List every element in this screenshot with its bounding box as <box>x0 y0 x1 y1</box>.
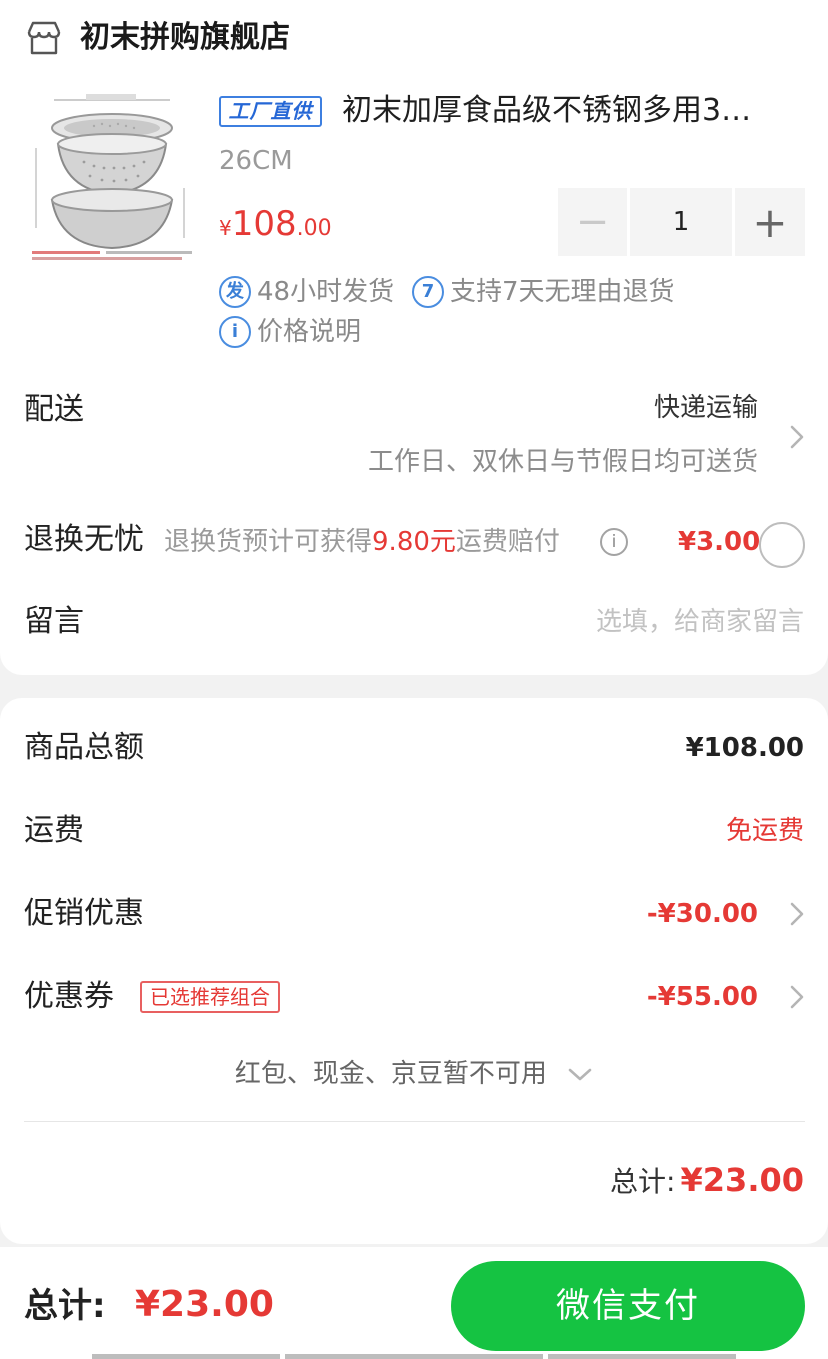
bottom-edge-segment <box>285 1354 543 1359</box>
minus-icon: − <box>575 199 610 245</box>
plus-icon: + <box>752 197 788 247</box>
return-policy-label: 支持7天无理由退货 <box>450 277 675 307</box>
info-icon: i <box>219 316 251 348</box>
service-tag-ship: 发 48小时发货 <box>219 274 394 310</box>
ship-badge-icon: 发 <box>219 276 251 308</box>
summary-total-label: 总计: <box>609 1165 676 1198</box>
coupon-value[interactable]: -¥55.00 <box>647 979 758 1015</box>
increase-quantity-button[interactable]: + <box>735 188 805 256</box>
message-label: 留言 <box>24 604 84 639</box>
return-description: 退换货预计可获得9.80元运费赔付 <box>164 524 560 560</box>
return-worry-free-label: 退换无忧 <box>24 522 144 557</box>
bottom-edge-segment <box>92 1354 280 1359</box>
product-image[interactable] <box>24 88 200 264</box>
ship-time-label: 48小时发货 <box>257 277 395 307</box>
summary-total-value: ¥23.00 <box>680 1161 804 1199</box>
promotion-label: 促销优惠 <box>24 896 144 931</box>
price-currency: ¥ <box>219 216 232 240</box>
chevron-down-icon <box>568 1068 592 1080</box>
promotion-value[interactable]: -¥30.00 <box>647 896 758 932</box>
price-decimal: .00 <box>296 216 332 241</box>
factory-direct-badge: 工厂直供 <box>219 96 322 127</box>
goods-total-label: 商品总额 <box>24 730 144 765</box>
checkout-total-value: ¥23.00 <box>135 1284 274 1325</box>
price-explanation-link[interactable]: i 价格说明 <box>219 314 361 350</box>
unavailable-payment-notice[interactable]: 红包、现金、京豆暂不可用 <box>0 1056 828 1092</box>
store-name[interactable]: 初末拼购旗舰店 <box>80 18 290 58</box>
return-desc-suffix: 运费赔付 <box>455 527 560 557</box>
quantity-stepper: − 1 + <box>558 188 805 256</box>
summary-total: 总计: ¥23.00 <box>610 1158 804 1208</box>
return-insurance-price: ¥3.00 <box>678 527 761 557</box>
chevron-right-icon[interactable] <box>788 900 806 928</box>
bottom-edge-segment <box>548 1354 736 1359</box>
shipping-fee-label: 运费 <box>24 813 84 848</box>
wechat-pay-button[interactable]: 微信支付 <box>451 1261 805 1351</box>
message-input[interactable]: 选填，给商家留言 <box>596 604 804 640</box>
return-insurance-radio[interactable] <box>759 522 805 568</box>
decrease-quantity-button[interactable]: − <box>558 188 627 256</box>
checkout-total-label: 总计: <box>24 1286 106 1326</box>
product-price: ¥108.00 <box>219 202 332 252</box>
chevron-right-icon[interactable] <box>788 983 806 1011</box>
coupon-label: 优惠券 <box>24 979 114 1014</box>
product-spec: 26CM <box>219 146 293 176</box>
product-title[interactable]: 初末加厚食品级不锈钢多用3… <box>342 90 787 132</box>
price-explanation-label: 价格说明 <box>257 317 362 347</box>
order-item-card: 初末拼购旗舰店 工厂直供 初末加厚食品级不锈钢多用3… 26CM ¥108.00 <box>0 0 828 675</box>
service-tag-return: 7 支持7天无理由退货 <box>412 274 675 310</box>
goods-total-value: ¥108.00 <box>685 733 804 763</box>
seven-day-icon: 7 <box>412 276 444 308</box>
chevron-right-icon[interactable] <box>788 423 806 451</box>
quantity-value[interactable]: 1 <box>630 188 732 256</box>
return-desc-prefix: 退换货预计可获得 <box>164 527 373 557</box>
shipping-fee-value: 免运费 <box>725 816 804 846</box>
store-icon <box>27 21 61 55</box>
return-desc-amount: 9.80元 <box>372 527 456 557</box>
unavailable-text: 红包、现金、京豆暂不可用 <box>234 1059 547 1089</box>
coupon-recommended-tag: 已选推荐组合 <box>140 981 280 1013</box>
price-integer: 108 <box>231 204 297 244</box>
delivery-note: 工作日、双休日与节假日均可送货 <box>367 447 758 477</box>
return-info-icon[interactable]: i <box>600 528 628 556</box>
delivery-method[interactable]: 快递运输 <box>654 390 758 426</box>
divider <box>24 1121 805 1122</box>
delivery-label: 配送 <box>24 392 84 427</box>
